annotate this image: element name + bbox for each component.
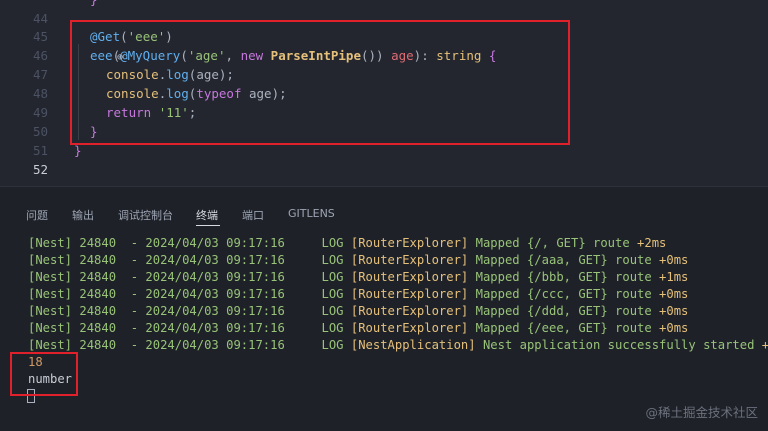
watermark: @稀土掘金技术社区 <box>645 405 758 420</box>
log-context: [NestApplication] <box>350 338 476 352</box>
tab-ports[interactable]: 端口 <box>242 207 264 223</box>
log-ms: +0ms <box>659 287 689 301</box>
log-ms: +0ms <box>659 321 689 335</box>
log-message: Mapped {/ddd, GET} route <box>468 304 660 318</box>
line-number: 46 <box>32 48 48 63</box>
log-line: [Nest] 24840 - 2024/04/03 09:17:16 LOG [… <box>28 337 768 354</box>
tab-output[interactable]: 输出 <box>72 207 94 223</box>
log-message: Mapped {/ccc, GET} route <box>468 287 660 301</box>
tab-problems[interactable]: 问题 <box>26 207 48 223</box>
log-ms: +2ms <box>761 338 768 352</box>
log-context: [RouterExplorer] <box>350 236 469 250</box>
log-prefix: [Nest] 24840 - 2024/04/03 09:17:16 LOG <box>28 236 351 250</box>
tab-debug-console[interactable]: 调试控制台 <box>118 207 173 223</box>
log-message: Nest application successfully started <box>475 338 762 352</box>
log-context: [RouterExplorer] <box>350 287 469 301</box>
code-token: } <box>74 143 82 158</box>
log-ms: +1ms <box>659 270 689 284</box>
line-number-active: 52 <box>32 162 48 177</box>
line-number: 44 <box>32 11 48 26</box>
line-number: 49 <box>32 105 48 120</box>
log-prefix: [Nest] 24840 - 2024/04/03 09:17:16 LOG <box>28 253 351 267</box>
code-highlight-box <box>70 20 570 145</box>
log-prefix: [Nest] 24840 - 2024/04/03 09:17:16 LOG <box>28 321 351 335</box>
log-context: [RouterExplorer] <box>350 304 469 318</box>
log-message: Mapped {/, GET} route <box>468 236 638 250</box>
tab-terminal[interactable]: 终端 <box>196 207 218 223</box>
log-context: [RouterExplorer] <box>350 253 469 267</box>
log-line: [Nest] 24840 - 2024/04/03 09:17:16 LOG [… <box>28 269 768 286</box>
log-line: [Nest] 24840 - 2024/04/03 09:17:16 LOG [… <box>28 303 768 320</box>
log-message: Mapped {/eee, GET} route <box>468 321 660 335</box>
log-context: [RouterExplorer] <box>350 321 469 335</box>
code-line[interactable]: } <box>90 0 98 9</box>
line-number: 51 <box>32 143 48 158</box>
code-token: } <box>90 0 98 7</box>
line-number: 50 <box>32 124 48 139</box>
log-ms: +0ms <box>659 253 689 267</box>
log-ms: +2ms <box>637 236 667 250</box>
log-ms: +0ms <box>659 304 689 318</box>
log-line: [Nest] 24840 - 2024/04/03 09:17:16 LOG [… <box>28 320 768 337</box>
line-number: 47 <box>32 67 48 82</box>
log-line: [Nest] 24840 - 2024/04/03 09:17:16 LOG [… <box>28 252 768 269</box>
log-message: Mapped {/aaa, GET} route <box>468 253 660 267</box>
line-number: 45 <box>32 29 48 44</box>
terminal-output[interactable]: [Nest] 24840 - 2024/04/03 09:17:16 LOG [… <box>28 235 768 354</box>
log-prefix: [Nest] 24840 - 2024/04/03 09:17:16 LOG <box>28 304 351 318</box>
log-prefix: [Nest] 24840 - 2024/04/03 09:17:16 LOG <box>28 338 351 352</box>
log-message: Mapped {/bbb, GET} route <box>468 270 660 284</box>
log-prefix: [Nest] 24840 - 2024/04/03 09:17:16 LOG <box>28 270 351 284</box>
line-number: 48 <box>32 86 48 101</box>
panel-tabs: 问题 输出 调试控制台 终端 端口 GITLENS <box>0 187 768 227</box>
log-line: [Nest] 24840 - 2024/04/03 09:17:16 LOG [… <box>28 235 768 252</box>
log-line: [Nest] 24840 - 2024/04/03 09:17:16 LOG [… <box>28 286 768 303</box>
active-tab-indicator <box>196 225 220 226</box>
log-prefix: [Nest] 24840 - 2024/04/03 09:17:16 LOG <box>28 287 351 301</box>
log-context: [RouterExplorer] <box>350 270 469 284</box>
output-highlight-box <box>10 352 78 396</box>
code-editor[interactable]: 44 45 46 47 48 49 50 51 52 } @Get('eee')… <box>0 0 768 186</box>
tab-gitlens[interactable]: GITLENS <box>288 207 335 220</box>
